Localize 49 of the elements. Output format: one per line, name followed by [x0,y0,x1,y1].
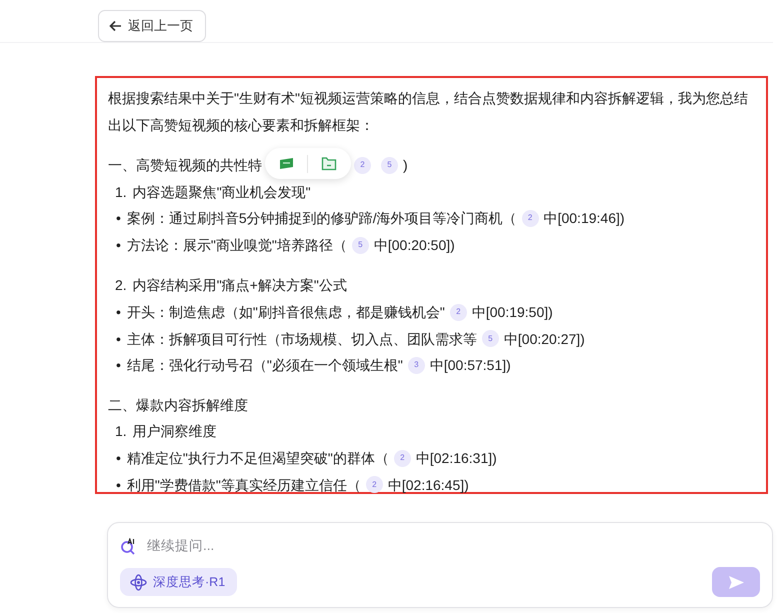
citation-badge[interactable]: 3 [408,356,425,374]
bullet-marker: • [116,448,121,468]
citation-badge[interactable]: 2 [522,210,539,227]
answer-text: 开头：制造焦虑（如"刷抖音很焦虑，都是赚钱机会" [126,302,445,322]
answer-text: 精准定位"执行力不足但渴望突破"的群体（ [126,448,389,468]
bullet-marker: • [116,302,121,322]
list-number: 1. [115,422,127,442]
bullet-marker: • [116,236,121,255]
answer-text: 案例：通过刷抖音5分钟捕捉到的修驴蹄/海外项目等冷门商机（ [126,209,517,228]
back-button[interactable]: 返回上一页 [98,10,206,42]
answer-text: 中[02:16:45]) [388,476,469,495]
bullet-marker: • [116,476,121,495]
answer-text: 方法论：展示"商业嗅觉"培养路径（ [126,236,347,255]
bullet-marker: • [116,356,121,376]
folder-icon[interactable] [320,156,337,171]
section-heading: 二、爆款内容拆解维度 [108,396,248,415]
answer-text: 中[00:20:50]) [374,236,455,255]
back-arrow-icon [109,20,122,32]
citation-badge[interactable]: 5 [482,330,499,348]
list-number: 1. [115,182,127,202]
section-heading: 一、高赞短视频的共性特 [108,156,262,175]
bullet-marker: • [116,209,121,228]
citation-badge[interactable]: 2 [354,156,371,174]
answer-text: 中[00:19:50]) [472,302,553,322]
answer-text: 利用"学费借款"等真实经历建立信任（ [126,476,361,495]
citation-badge[interactable]: 2 [394,450,411,467]
answer-text: 用户洞察维度 [132,422,217,442]
citation-badge[interactable]: 5 [352,236,369,254]
question-input[interactable]: 继续提问... [145,535,760,558]
list-number: 2. [115,276,127,296]
answer-text: 中[00:19:46]) [544,209,625,228]
ai-search-icon [120,538,137,555]
answer-paragraph: 根据搜索结果中关于"生财有术"短视频运营策略的信息，结合点赞数据规律和内容拆解逻辑，我为您总结出以下高赞短视频的核心要素和拆解框架： [108,90,748,133]
bullet-marker: • [116,330,121,349]
answer-text: 主体：拆解项目可行性（市场规模、切入点、团队需求等 [126,330,477,349]
answer-text: 中[02:16:31]) [416,448,497,468]
answer-text: 结尾：强化行动号召（"必须在一个领域生根" [126,356,403,376]
citation-badge[interactable]: 2 [450,304,467,321]
send-icon [728,574,744,590]
citation-badge[interactable]: 2 [366,476,383,494]
deep-think-toggle[interactable]: 深度思考·R1 [120,568,238,596]
citation-badge[interactable]: 5 [381,156,398,174]
answer-text: 中[00:57:51]) [430,356,511,376]
section-heading: ) [403,156,408,175]
answer-text: 内容选题聚焦"商业机会发现" [132,182,311,202]
atom-icon [130,574,147,590]
answer-text: 中[00:20:27]) [504,330,585,349]
answer-text: 内容结构采用"痛点+解决方案"公式 [132,276,347,296]
flag-icon[interactable] [279,156,296,170]
